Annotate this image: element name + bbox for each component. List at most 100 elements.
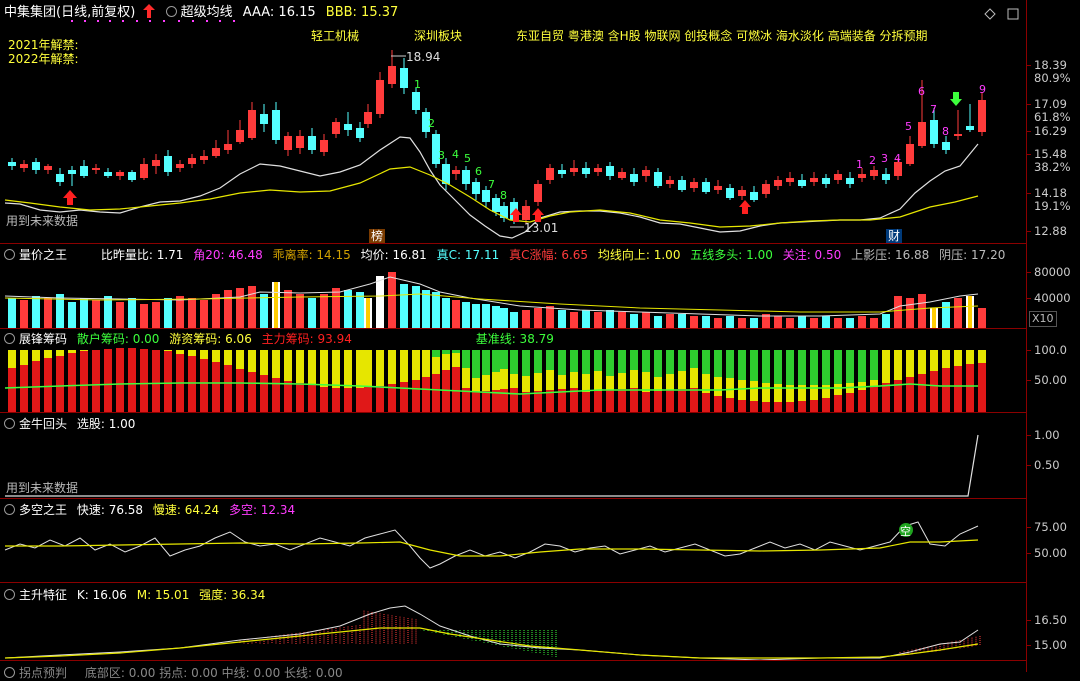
chip-hot xyxy=(834,384,842,395)
candle-body xyxy=(376,80,384,114)
volume-bar xyxy=(462,302,470,328)
chip-hot xyxy=(320,350,328,387)
volume-bar xyxy=(666,314,674,328)
chip-retail xyxy=(870,350,878,380)
candle-body xyxy=(356,128,364,138)
chip-main xyxy=(200,359,208,412)
chip-main xyxy=(606,390,614,412)
volume-bar xyxy=(356,292,364,328)
chip-hot xyxy=(666,374,674,390)
candle-body xyxy=(212,148,220,156)
main-ylabel: 18.39 xyxy=(1034,58,1067,72)
main-ylabel: 80.9% xyxy=(1034,71,1071,85)
volume-bar xyxy=(472,304,480,328)
chip-main xyxy=(320,387,328,412)
chip-hot xyxy=(882,350,890,383)
candle-body xyxy=(296,136,304,148)
chip-hot xyxy=(224,350,232,365)
volume-bar xyxy=(80,298,88,328)
panel-circle-icon[interactable] xyxy=(4,589,15,600)
candle-body xyxy=(930,120,938,144)
indicator-circle-icon[interactable] xyxy=(165,6,177,17)
candle-body xyxy=(810,178,818,182)
chip-retail xyxy=(630,350,638,370)
chip-main xyxy=(332,388,340,412)
chip-main xyxy=(364,387,372,412)
chip-hot xyxy=(296,350,304,383)
volume-bar xyxy=(422,290,430,328)
vol-neg-press: 阴压: 17.20 xyxy=(939,248,1006,262)
panel-circle-icon[interactable] xyxy=(4,249,15,260)
candle-body xyxy=(152,160,160,166)
volume-bar xyxy=(296,294,304,328)
chip-main xyxy=(284,381,292,412)
green-down-arrow xyxy=(950,92,962,106)
rise-chart[interactable] xyxy=(0,600,1026,660)
volume-bar xyxy=(918,294,926,328)
main-ylabel: 14.18 xyxy=(1034,186,1067,200)
volume-bar-highlight xyxy=(366,298,370,328)
svg-text:4: 4 xyxy=(894,152,901,165)
vol-ylabel: 80000 xyxy=(1034,265,1071,279)
chip-main xyxy=(738,400,746,412)
chip-hot xyxy=(522,376,530,392)
chip-hot xyxy=(376,350,384,386)
chip-retail xyxy=(798,350,806,385)
bottom-title[interactable]: 拐点预判 xyxy=(19,666,67,680)
chip-retail xyxy=(774,350,782,384)
volume-bar xyxy=(546,306,554,328)
panel-circle-icon[interactable] xyxy=(4,333,15,344)
chips-title[interactable]: 展锋筹码 xyxy=(19,332,67,346)
dk-ylabel: 75.00 xyxy=(1034,520,1067,534)
cai-badge[interactable]: 财 xyxy=(886,229,903,243)
volume-title[interactable]: 量价之王 xyxy=(19,248,67,262)
volume-bar xyxy=(8,298,16,328)
volume-bar xyxy=(690,316,698,328)
rise-ylabel: 16.50 xyxy=(1034,613,1067,627)
vol-five-bull: 五线多头: 1.00 xyxy=(690,248,773,262)
chip-hot xyxy=(56,350,64,356)
candle-body xyxy=(774,180,782,186)
svg-text:5: 5 xyxy=(464,152,471,165)
chip-hot xyxy=(726,378,734,398)
price-axis-line xyxy=(1026,0,1027,672)
volume-bar xyxy=(200,300,208,328)
candle-body xyxy=(618,172,626,178)
chip-main xyxy=(452,367,460,412)
chip-main xyxy=(882,383,890,412)
candle-body xyxy=(236,130,244,142)
volume-chart[interactable] xyxy=(0,262,1026,328)
chip-hot xyxy=(606,376,614,390)
chip-retail xyxy=(606,350,614,376)
candle-body xyxy=(918,122,926,146)
volume-bar xyxy=(492,306,500,328)
bang-badge[interactable]: 榜 xyxy=(369,229,386,243)
chip-main xyxy=(472,392,480,412)
chip-hot xyxy=(582,374,590,392)
dk-title[interactable]: 多空之王 xyxy=(19,503,67,517)
main-candle-chart[interactable]: 18.94 13.01 1 2 3 4 5 6 7 8 1 2 3 4 5 6 … xyxy=(0,40,1026,244)
rise-ylabel: 15.00 xyxy=(1034,638,1067,652)
chip-main xyxy=(618,389,626,412)
candle-body xyxy=(762,184,770,194)
volume-bar xyxy=(594,312,602,328)
chips-chart[interactable] xyxy=(0,346,1026,412)
chip-hot xyxy=(272,350,280,378)
chip-main xyxy=(80,351,88,412)
chip-retail xyxy=(762,350,770,383)
chip-hot xyxy=(412,350,420,380)
panel-circle-icon[interactable] xyxy=(4,504,15,515)
svg-text:8: 8 xyxy=(500,189,507,202)
chip-main xyxy=(92,350,100,412)
signal-dots-row xyxy=(71,20,235,22)
candle-body xyxy=(654,172,662,186)
bull-chart[interactable] xyxy=(0,420,1026,500)
chip-retail xyxy=(452,350,460,353)
dk-chart[interactable]: 空 xyxy=(0,516,1026,582)
chip-main xyxy=(20,365,28,412)
chip-retail xyxy=(810,350,818,385)
panel-circle-icon[interactable] xyxy=(4,667,15,678)
candle-body xyxy=(594,168,602,172)
candle-body xyxy=(630,174,638,182)
candle-body xyxy=(8,162,16,166)
